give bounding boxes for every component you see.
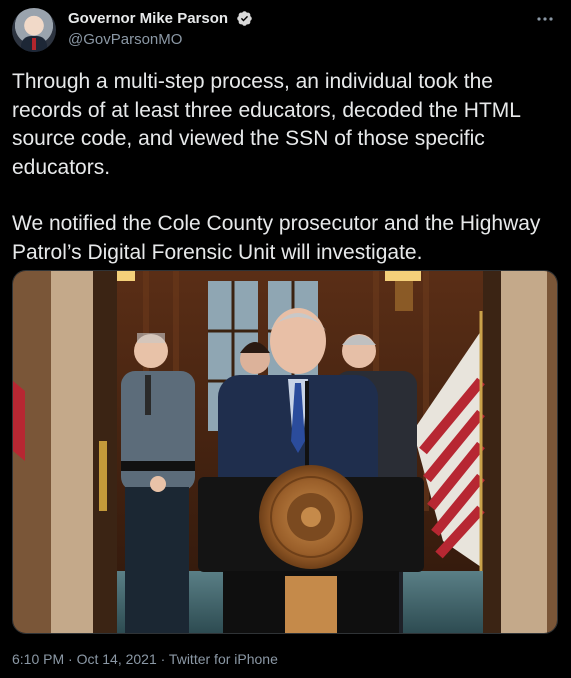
author-handle[interactable]: @GovParsonMO: [68, 31, 253, 48]
tweet-timestamp[interactable]: 6:10 PM · Oct 14, 2021 · Twitter for iPh…: [12, 651, 278, 667]
tweet-photo[interactable]: [12, 270, 558, 634]
author-info: Governor Mike Parson @GovParsonMO: [68, 10, 253, 48]
tweet: Governor Mike Parson @GovParsonMO Throug…: [0, 0, 571, 678]
press-conference-photo: [13, 271, 557, 633]
tweet-paragraph: Through a multi-step process, an individ…: [12, 70, 521, 179]
avatar-tie: [32, 38, 36, 50]
avatar[interactable]: [12, 8, 56, 52]
author-display-name[interactable]: Governor Mike Parson: [68, 10, 228, 27]
tweet-header: Governor Mike Parson @GovParsonMO: [12, 8, 560, 54]
tweet-text: Through a multi-step process, an individ…: [12, 68, 560, 295]
tweet-paragraph: We notified the Cole County prosecutor a…: [12, 212, 541, 264]
more-horizontal-icon[interactable]: [534, 10, 556, 28]
verified-badge-icon: [236, 11, 252, 27]
